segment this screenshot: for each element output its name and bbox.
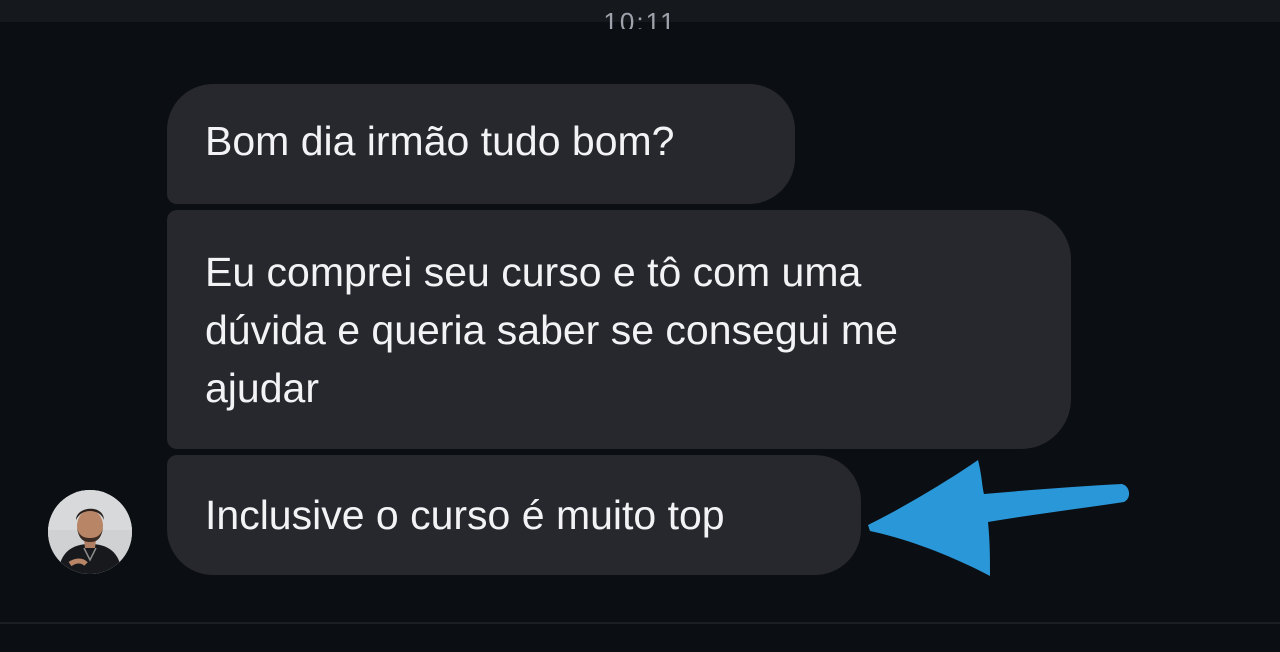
message-text: Bom dia irmão tudo bom? xyxy=(205,118,675,164)
message-text: dúvida e queria saber se consegui me xyxy=(205,307,898,353)
message-text: Inclusive o curso é muito top xyxy=(205,492,725,538)
message-timestamp: 10:11 xyxy=(603,7,677,29)
message-text: ajudar xyxy=(205,365,319,411)
message-bubble-2[interactable]: Eu comprei seu curso e tô com uma dúvida… xyxy=(167,210,1071,449)
divider xyxy=(0,622,1280,624)
timestamp-container: 10:11 xyxy=(560,0,720,29)
profile-photo-avatar-icon xyxy=(48,490,132,574)
arrow-left-icon xyxy=(868,460,1130,576)
sender-avatar[interactable] xyxy=(48,490,132,574)
message-bubble-1[interactable]: Bom dia irmão tudo bom? xyxy=(167,84,795,204)
chat-screen: 10:11 Bom dia irmão tudo bom? Eu comprei… xyxy=(0,0,1280,652)
message-text: Eu comprei seu curso e tô com uma xyxy=(205,249,862,295)
message-bubble-3[interactable]: Inclusive o curso é muito top xyxy=(167,455,861,575)
